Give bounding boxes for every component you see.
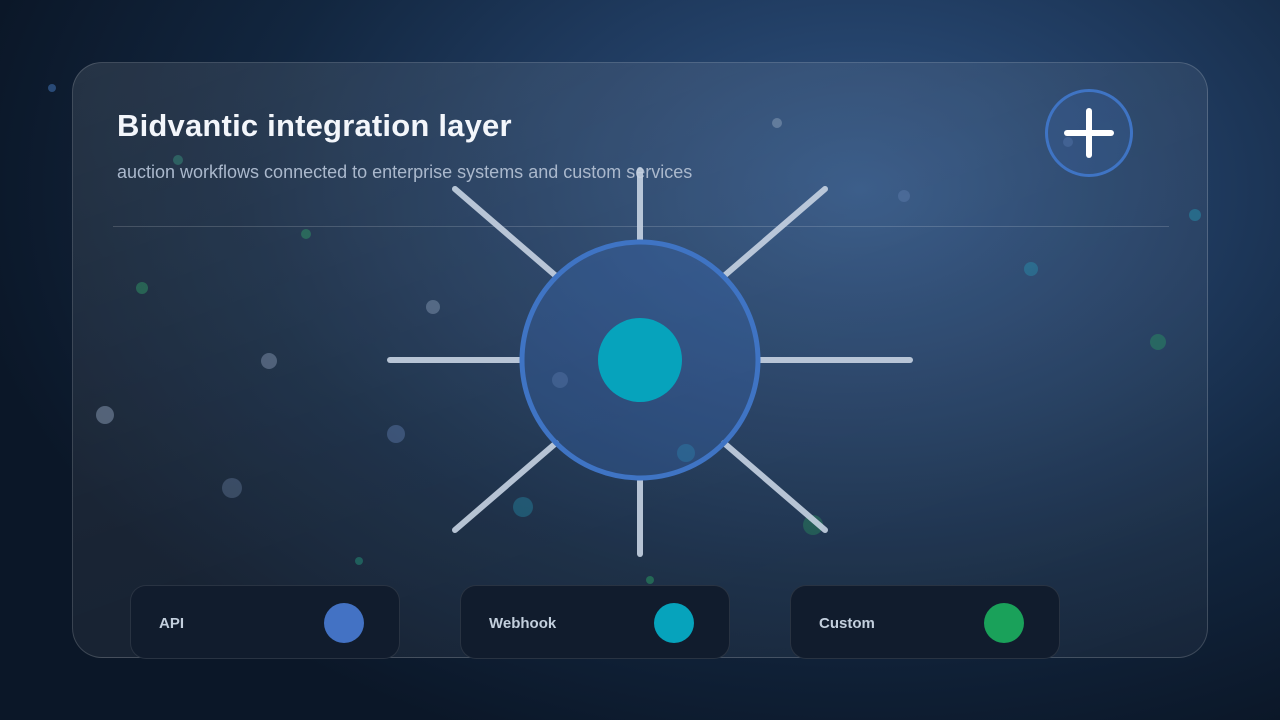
integration-chip-custom[interactable]: Custom — [790, 585, 1060, 659]
chip-label: Webhook — [489, 615, 557, 632]
status-dot-icon — [984, 603, 1024, 643]
spoke-northeast — [721, 186, 828, 279]
spoke-southeast — [721, 440, 828, 533]
status-dot-icon — [654, 603, 694, 643]
chip-label: Custom — [819, 615, 875, 632]
hub-core — [598, 318, 682, 402]
spoke-northwest — [452, 186, 559, 279]
integration-chip-api[interactable]: API — [130, 585, 400, 659]
integration-chip-webhook[interactable]: Webhook — [460, 585, 730, 659]
status-dot-icon — [324, 603, 364, 643]
spoke-southwest — [452, 440, 559, 533]
chip-label: API — [159, 615, 185, 632]
